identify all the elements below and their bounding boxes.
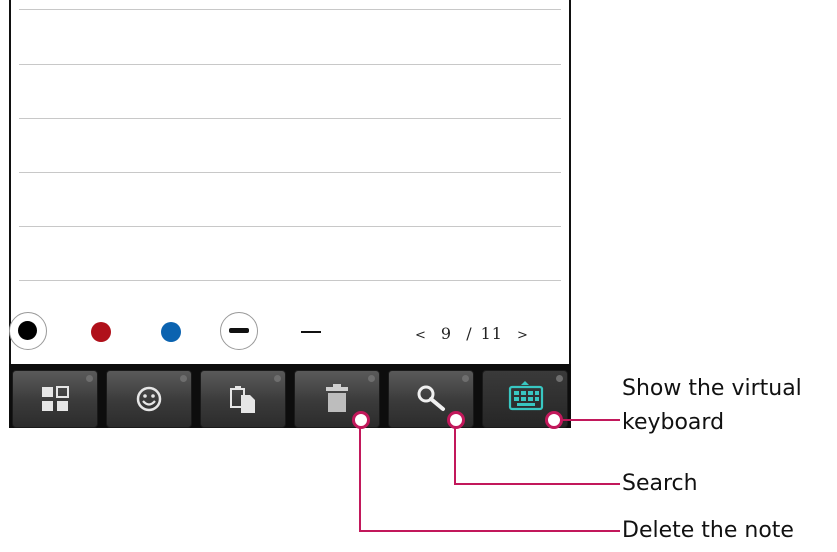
smiley-icon [136, 386, 162, 412]
paste-icon [230, 386, 255, 413]
bottom-toolbar [9, 364, 571, 428]
black-color-swatch [18, 321, 37, 340]
keyboard-callout-line-1: Show the virtual [622, 376, 802, 401]
keyboard-callout-label: Show the virtual keyboard [622, 372, 802, 440]
ruled-line [19, 118, 561, 119]
delete-callout-line [359, 530, 620, 532]
pen-thickness-thin-button[interactable] [293, 318, 327, 348]
ruled-line [19, 64, 561, 65]
pen-thickness-thick-button[interactable] [220, 312, 258, 350]
search-callout-label: Search [622, 471, 698, 496]
current-page-number: 9 [440, 324, 453, 343]
keyboard-callout-line-2: keyboard [622, 410, 725, 435]
delete-callout-marker [352, 411, 370, 429]
grid-view-icon [42, 386, 69, 411]
paste-button[interactable] [200, 370, 286, 428]
ruled-line [19, 280, 561, 281]
pen-color-blue-button[interactable] [161, 322, 181, 342]
ruled-line [19, 172, 561, 173]
pen-color-black-button[interactable] [9, 312, 47, 350]
thin-stroke-icon [301, 331, 321, 333]
pen-color-red-button[interactable] [91, 322, 111, 342]
grid-view-button[interactable] [12, 370, 98, 428]
keyboard-callout-line [560, 419, 620, 421]
total-pages: 11 [480, 324, 503, 343]
delete-callout-label: Delete the note [622, 518, 794, 543]
previous-page-button[interactable]: < [415, 328, 427, 343]
ruled-line [19, 9, 561, 10]
search-callout-marker [447, 411, 465, 429]
emoticon-button[interactable] [106, 370, 192, 428]
search-callout-line [454, 421, 456, 484]
thick-stroke-icon [229, 328, 249, 333]
next-page-button[interactable]: > [517, 328, 529, 343]
delete-callout-line [359, 421, 361, 531]
page-indicator: <9 / 11 > [415, 324, 529, 343]
search-callout-line [454, 483, 620, 485]
page-separator: / [466, 324, 473, 343]
ruled-line [19, 226, 561, 227]
keyboard-callout-marker [545, 411, 563, 429]
pen-options-row: <9 / 11 > [9, 312, 569, 356]
